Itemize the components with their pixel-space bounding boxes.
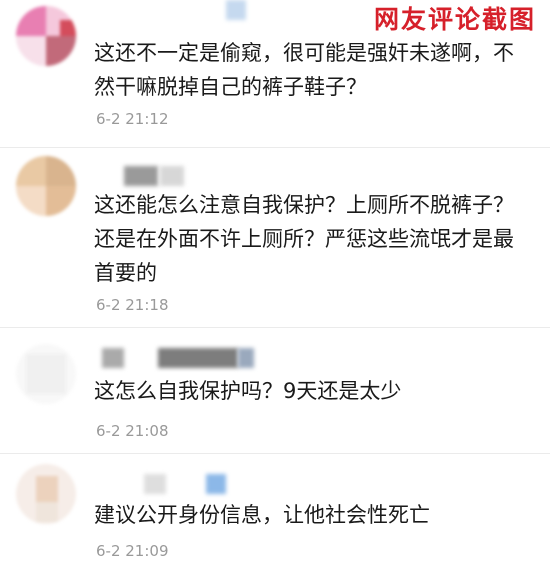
username-blur[interactable] (124, 166, 158, 186)
username-blur[interactable] (160, 166, 184, 186)
comment-text: 这还能怎么注意自我保护？上厕所不脱裤子？还是在外面不许上厕所？严惩这些流氓才是最… (94, 193, 514, 285)
comment-timestamp: 6-2 21:09 (96, 542, 169, 560)
username-blur[interactable] (206, 474, 226, 494)
blurred-avatar-icon[interactable] (16, 156, 76, 216)
comment-text: 这怎么自我保护吗？9天还是太少 (94, 379, 402, 403)
comment-timestamp: 6-2 21:18 (96, 296, 169, 314)
comment-text: 建议公开身份信息，让他社会性死亡 (94, 503, 430, 527)
comment-item: 这怎么自我保护吗？9天还是太少 6-2 21:08 (0, 328, 550, 454)
blurred-avatar-icon[interactable] (16, 344, 76, 404)
blurred-avatar-icon[interactable] (16, 464, 76, 524)
comment-item: 这还能怎么注意自我保护？上厕所不脱裤子？还是在外面不许上厕所？严惩这些流氓才是最… (0, 148, 550, 328)
comment-text: 这还不一定是偷窥，很可能是强奸未遂啊，不然干嘛脱掉自己的裤子鞋子？ (94, 41, 514, 99)
username-blur[interactable] (226, 0, 246, 20)
comment-item: 这还不一定是偷窥，很可能是强奸未遂啊，不然干嘛脱掉自己的裤子鞋子？ 6-2 21… (0, 0, 550, 148)
username-blur[interactable] (158, 348, 238, 368)
comment-timestamp: 6-2 21:12 (96, 110, 169, 128)
comment-timestamp: 6-2 21:08 (96, 422, 169, 440)
blurred-avatar-icon[interactable] (16, 6, 76, 66)
username-blur[interactable] (144, 474, 166, 494)
username-blur[interactable] (238, 348, 254, 368)
comment-item: 建议公开身份信息，让他社会性死亡 6-2 21:09 (0, 454, 550, 571)
username-blur[interactable] (102, 348, 124, 368)
